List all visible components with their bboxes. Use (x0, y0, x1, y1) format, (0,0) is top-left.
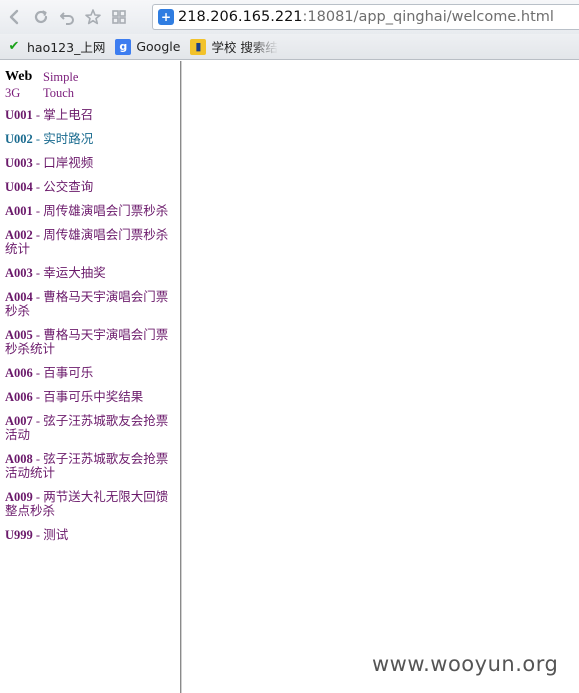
touch-version-link[interactable]: Touch (43, 85, 180, 101)
right-content-frame (183, 61, 579, 693)
address-bar[interactable]: + 218.206.165.221:18081/app_qinghai/welc… (152, 4, 579, 30)
bookmark-label: Google (136, 39, 181, 54)
bookmark-label: 学校 搜索结 (211, 40, 278, 55)
browser-toolbar: + 218.206.165.221:18081/app_qinghai/welc… (0, 0, 579, 34)
menu-link-a006-results[interactable]: A006 - 百事可乐中奖结果 (5, 390, 180, 404)
refresh-icon[interactable] (30, 6, 52, 28)
menu-link-a004[interactable]: A004 - 曹格马天宇演唱会门票秒杀 (5, 290, 180, 318)
left-menu-frame: Web Simple 3G Touch U001 - 掌上电召 U002 - 实… (0, 61, 180, 693)
bookmarks-bar: ✔ hao123_上网 g Google ▮ 学校 搜索结 (0, 34, 579, 60)
star-icon[interactable] (82, 6, 104, 28)
apps-grid-icon[interactable] (108, 6, 130, 28)
undo-icon[interactable] (56, 6, 78, 28)
app-menu-list: U001 - 掌上电召 U002 - 实时路况 U003 - 口岸视频 U004… (5, 108, 180, 542)
frame-divider[interactable] (180, 61, 182, 693)
menu-link-a002[interactable]: A002 - 周传雄演唱会门票秒杀统计 (5, 228, 180, 256)
3g-version-link[interactable]: 3G (5, 85, 43, 101)
bookmark-label: hao123_上网 (27, 40, 106, 55)
menu-link-u999[interactable]: U999 - 测试 (5, 528, 180, 542)
menu-link-a008[interactable]: A008 - 弦子汪苏城歌友会抢票活动统计 (5, 452, 180, 480)
version-links: Web Simple 3G Touch (5, 69, 180, 101)
menu-link-u002[interactable]: U002 - 实时路况 (5, 132, 180, 146)
menu-link-u004[interactable]: U004 - 公交查询 (5, 180, 180, 194)
menu-link-a003[interactable]: A003 - 幸运大抽奖 (5, 266, 180, 280)
bookmark-hao123[interactable]: ✔ hao123_上网 (6, 37, 106, 56)
menu-link-a007[interactable]: A007 - 弦子汪苏城歌友会抢票活动 (5, 414, 180, 442)
menu-link-a001[interactable]: A001 - 周传雄演唱会门票秒杀 (5, 204, 180, 218)
watermark: www.wooyun.org (372, 652, 559, 676)
bookmark-school[interactable]: ▮ 学校 搜索结 (190, 37, 278, 56)
menu-link-a006[interactable]: A006 - 百事可乐 (5, 366, 180, 380)
url-path: :18081/app_qinghai/welcome.html (302, 9, 554, 25)
simple-version-link[interactable]: Simple (43, 69, 180, 85)
menu-link-a009[interactable]: A009 - 两节送大礼无限大回馈整点秒杀 (5, 490, 180, 518)
security-shield-icon: + (158, 9, 174, 25)
url-host: 218.206.165.221 (178, 9, 303, 25)
hao123-icon: ✔ (8, 39, 20, 54)
menu-link-u001[interactable]: U001 - 掌上电召 (5, 108, 180, 122)
back-icon[interactable] (4, 6, 26, 28)
menu-link-u003[interactable]: U003 - 口岸视频 (5, 156, 180, 170)
school-icon: ▮ (190, 38, 207, 55)
web-version-label: Web (5, 69, 33, 84)
menu-link-a005[interactable]: A005 - 曹格马天宇演唱会门票秒杀统计 (5, 328, 180, 356)
bookmark-google[interactable]: g Google (115, 38, 181, 55)
google-icon: g (115, 38, 132, 55)
